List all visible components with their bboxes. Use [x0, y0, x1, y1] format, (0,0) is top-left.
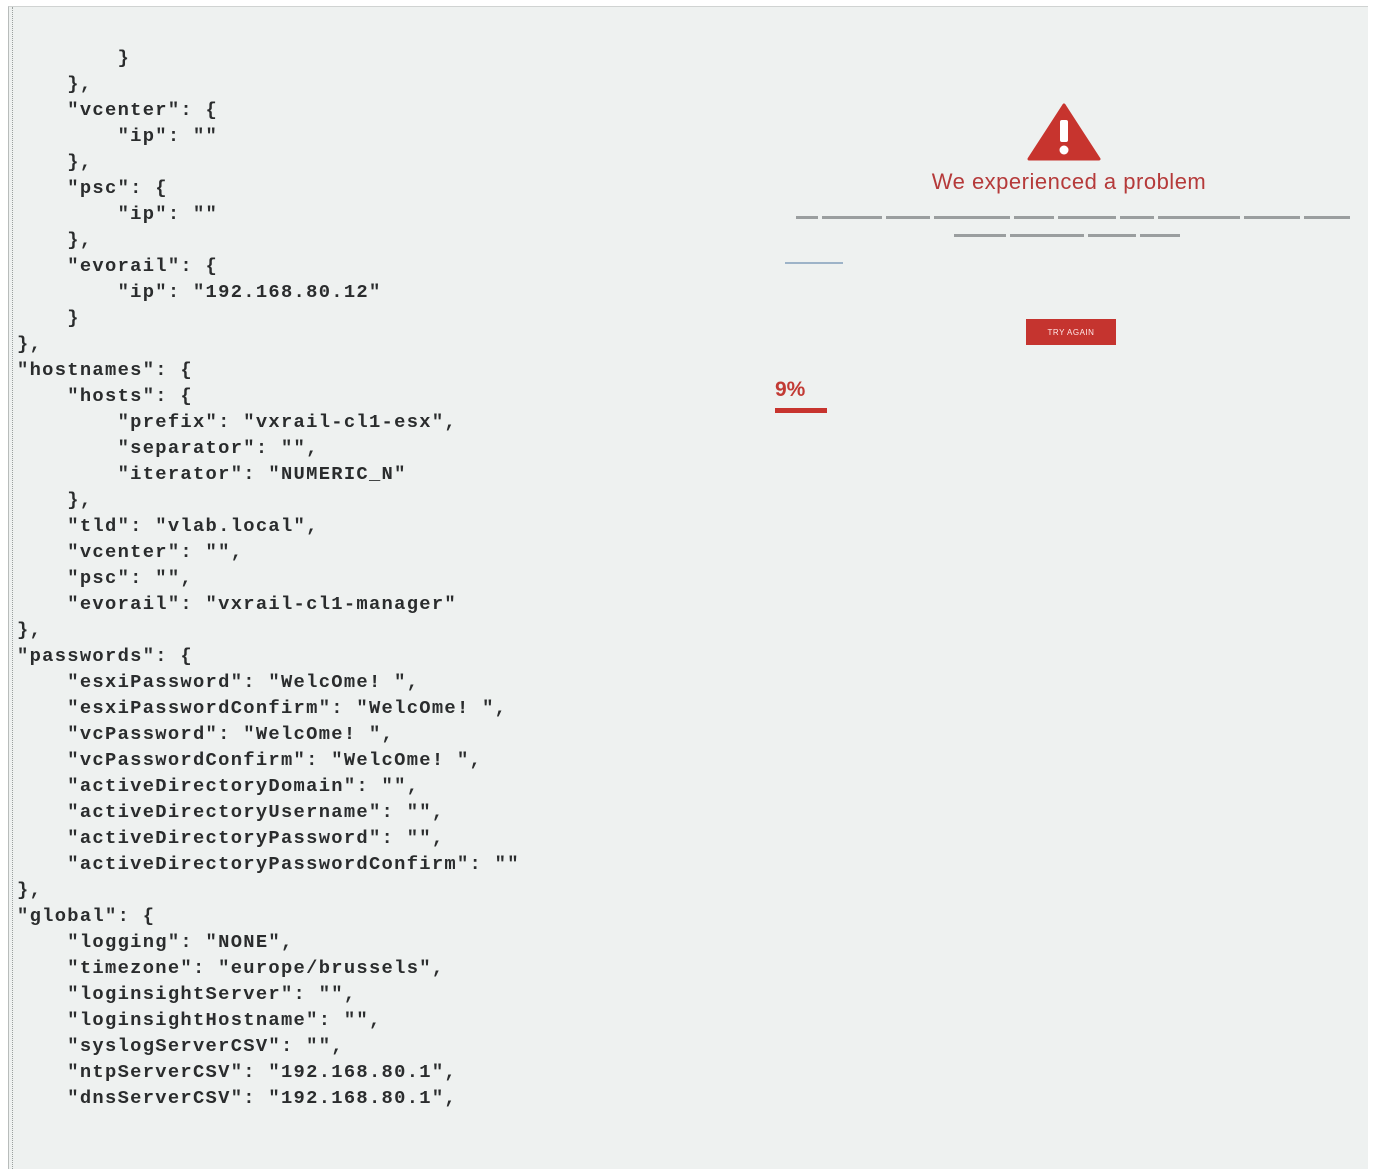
code-line: "evorail": "vxrail-cl1-manager" [17, 593, 457, 615]
code-line: "logging": "NONE", [17, 931, 294, 953]
code-line: "hostnames": { [17, 359, 193, 381]
code-line: "vcenter": "", [17, 541, 244, 563]
code-line: "vcPassword": "WelcOme! ", [17, 723, 395, 745]
screen: } }, "vcenter": { "ip": "" }, "psc": { "… [8, 6, 1368, 1169]
code-line: } [17, 307, 80, 329]
details-link[interactable] [785, 259, 843, 269]
code-line: "ip": "" [17, 125, 219, 147]
code-line: "ip": "192.168.80.12" [17, 281, 382, 303]
code-line: }, [17, 73, 93, 95]
error-message [794, 210, 1354, 250]
code-line: }, [17, 619, 43, 641]
code-line: "activeDirectoryPasswordConfirm": "" [17, 853, 520, 875]
code-line: "ntpServerCSV": "192.168.80.1", [17, 1061, 457, 1083]
warning-triangle-icon [1027, 103, 1101, 161]
code-line: "psc": { [17, 177, 168, 199]
code-line: "dnsServerCSV": "192.168.80.1", [17, 1087, 457, 1109]
code-line: "activeDirectoryDomain": "", [17, 775, 420, 797]
code-line: "passwords": { [17, 645, 193, 667]
progress-bar-fill [775, 408, 827, 413]
code-line: "vcenter": { [17, 99, 219, 121]
progress-indicator: 9% [775, 378, 835, 428]
code-line: "esxiPassword": "WelcOme! ", [17, 671, 420, 693]
retry-button[interactable]: TRY AGAIN [1026, 319, 1116, 345]
code-line: "psc": "", [17, 567, 193, 589]
progress-percent: 9% [775, 378, 806, 401]
code-line: }, [17, 229, 93, 251]
code-line: "separator": "", [17, 437, 319, 459]
progress-bar [775, 408, 827, 413]
code-line: }, [17, 151, 93, 173]
code-line: "esxiPasswordConfirm": "WelcOme! ", [17, 697, 508, 719]
code-line: }, [17, 489, 93, 511]
code-line: "timezone": "europe/brussels", [17, 957, 445, 979]
code-line: "ip": "" [17, 203, 219, 225]
code-line: "hosts": { [17, 385, 193, 407]
code-line: "syslogServerCSV": "", [17, 1035, 344, 1057]
code-line: "iterator": "NUMERIC_N" [17, 463, 407, 485]
code-line: "prefix": "vxrail-cl1-esx", [17, 411, 457, 433]
code-line: "activeDirectoryPassword": "", [17, 827, 445, 849]
code-line: } [17, 47, 131, 69]
error-panel: We experienced a problem TRY AGAIN [779, 97, 1359, 447]
code-line: "evorail": { [17, 255, 219, 277]
code-line: "global": { [17, 905, 156, 927]
editor-gutter [12, 7, 13, 1169]
illegible-message-text [796, 216, 1350, 237]
code-line: "loginsightServer": "", [17, 983, 357, 1005]
json-config-view: } }, "vcenter": { "ip": "" }, "psc": { "… [17, 45, 737, 1111]
code-line: "loginsightHostname": "", [17, 1009, 382, 1031]
code-line: }, [17, 879, 43, 901]
code-line: "tld": "vlab.local", [17, 515, 319, 537]
code-line: "vcPasswordConfirm": "WelcOme! ", [17, 749, 483, 771]
error-title: We experienced a problem [931, 169, 1207, 194]
code-line: "activeDirectoryUsername": "", [17, 801, 445, 823]
code-line: }, [17, 333, 43, 355]
